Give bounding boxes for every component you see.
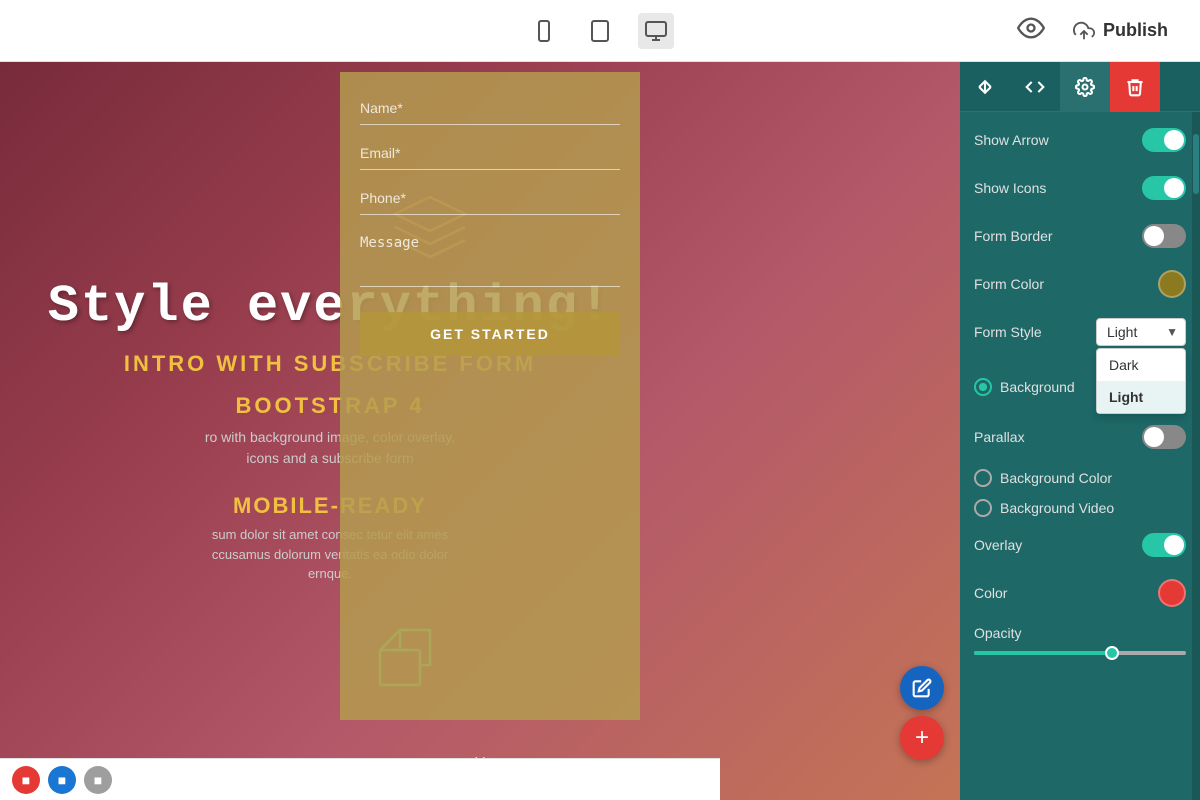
scroll-thumb xyxy=(1193,134,1199,194)
show-arrow-toggle[interactable] xyxy=(1142,128,1186,152)
form-color-row: Form Color xyxy=(974,268,1186,300)
bottom-bar: ■ ■ ■ xyxy=(0,758,720,800)
tablet-device-btn[interactable] xyxy=(582,13,618,49)
parallax-toggle[interactable] xyxy=(1142,425,1186,449)
main-area: Style everything! INTRO WITH SUBSCRIBE F… xyxy=(0,62,1200,800)
form-border-row: Form Border xyxy=(974,220,1186,252)
bottom-btn-red[interactable]: ■ xyxy=(12,766,40,794)
background-video-radio[interactable] xyxy=(974,499,992,517)
form-style-label: Form Style xyxy=(974,324,1096,340)
form-style-row: Form Style Dark Light ▼ Dark Light xyxy=(974,316,1186,348)
color-swatch[interactable] xyxy=(1158,579,1186,607)
email-field[interactable] xyxy=(360,137,620,170)
opacity-slider-fill xyxy=(974,651,1112,655)
delete-toolbar-btn[interactable] xyxy=(1110,62,1160,112)
dropdown-item-light[interactable]: Light xyxy=(1097,381,1185,413)
desktop-device-btn[interactable] xyxy=(638,13,674,49)
background-video-label: Background Video xyxy=(1000,500,1114,516)
form-style-dropdown-menu: Dark Light xyxy=(1096,348,1186,414)
bottom-btn-gray[interactable]: ■ xyxy=(84,766,112,794)
name-field[interactable] xyxy=(360,92,620,125)
show-icons-knob xyxy=(1164,178,1184,198)
bottom-btn-blue[interactable]: ■ xyxy=(48,766,76,794)
overlay-label: Overlay xyxy=(974,537,1142,553)
opacity-slider-track[interactable] xyxy=(974,651,1186,655)
background-label: Background xyxy=(1000,379,1075,395)
form-submit-button[interactable]: GET STARTED xyxy=(360,312,620,356)
phone-input[interactable] xyxy=(360,182,620,215)
overlay-row: Overlay xyxy=(974,529,1186,561)
color-label: Color xyxy=(974,585,1158,601)
overlay-toggle[interactable] xyxy=(1142,533,1186,557)
fab-add-button[interactable]: + xyxy=(900,716,944,760)
panel-toolbar xyxy=(960,62,1200,112)
background-color-radio[interactable] xyxy=(974,469,992,487)
fab-add-icon: + xyxy=(915,724,929,752)
gear-toolbar-btn[interactable] xyxy=(1060,62,1110,112)
parallax-row: Parallax xyxy=(974,421,1186,453)
background-color-row: Background Color xyxy=(974,469,1186,487)
background-radio-wrapper: Background xyxy=(974,378,1075,396)
scrollbar[interactable] xyxy=(1192,112,1200,800)
opacity-row: Opacity xyxy=(974,625,1186,655)
show-icons-label: Show Icons xyxy=(974,180,1142,196)
dropdown-item-dark[interactable]: Dark xyxy=(1097,349,1185,381)
background-video-row: Background Video xyxy=(974,499,1186,517)
background-radio[interactable] xyxy=(974,378,992,396)
form-panel: GET STARTED xyxy=(340,72,640,720)
form-color-label: Form Color xyxy=(974,276,1158,292)
background-color-label: Background Color xyxy=(1000,470,1112,486)
right-panel: Show Arrow Show Icons Form Border xyxy=(960,62,1200,800)
sort-toolbar-btn[interactable] xyxy=(960,62,1010,112)
publish-button[interactable]: Publish xyxy=(1061,12,1180,50)
canvas: Style everything! INTRO WITH SUBSCRIBE F… xyxy=(0,62,960,800)
message-input[interactable] xyxy=(360,227,620,287)
show-arrow-label: Show Arrow xyxy=(974,132,1142,148)
email-input[interactable] xyxy=(360,137,620,170)
device-switcher xyxy=(526,13,674,49)
code-toolbar-btn[interactable] xyxy=(1010,62,1060,112)
publish-label: Publish xyxy=(1103,20,1168,41)
form-style-dropdown-wrapper: Dark Light ▼ Dark Light xyxy=(1096,318,1186,346)
show-arrow-knob xyxy=(1164,130,1184,150)
mobile-device-btn[interactable] xyxy=(526,13,562,49)
message-field[interactable] xyxy=(360,227,620,292)
preview-icon[interactable] xyxy=(1017,14,1045,47)
settings-panel[interactable]: Show Arrow Show Icons Form Border xyxy=(960,112,1200,800)
name-input[interactable] xyxy=(360,92,620,125)
top-bar-actions: Publish xyxy=(1017,12,1180,50)
parallax-label: Parallax xyxy=(974,429,1142,445)
form-border-toggle[interactable] xyxy=(1142,224,1186,248)
top-bar: Publish xyxy=(0,0,1200,62)
form-border-knob xyxy=(1144,226,1164,246)
form-border-label: Form Border xyxy=(974,228,1142,244)
fab-edit-button[interactable] xyxy=(900,666,944,710)
form-style-select[interactable]: Dark Light xyxy=(1096,318,1186,346)
opacity-slider-thumb[interactable] xyxy=(1105,646,1119,660)
show-icons-row: Show Icons xyxy=(974,172,1186,204)
parallax-knob xyxy=(1144,427,1164,447)
form-color-swatch[interactable] xyxy=(1158,270,1186,298)
opacity-label: Opacity xyxy=(974,625,1021,641)
overlay-knob xyxy=(1164,535,1184,555)
phone-field[interactable] xyxy=(360,182,620,215)
show-arrow-row: Show Arrow xyxy=(974,124,1186,156)
show-icons-toggle[interactable] xyxy=(1142,176,1186,200)
color-row: Color xyxy=(974,577,1186,609)
